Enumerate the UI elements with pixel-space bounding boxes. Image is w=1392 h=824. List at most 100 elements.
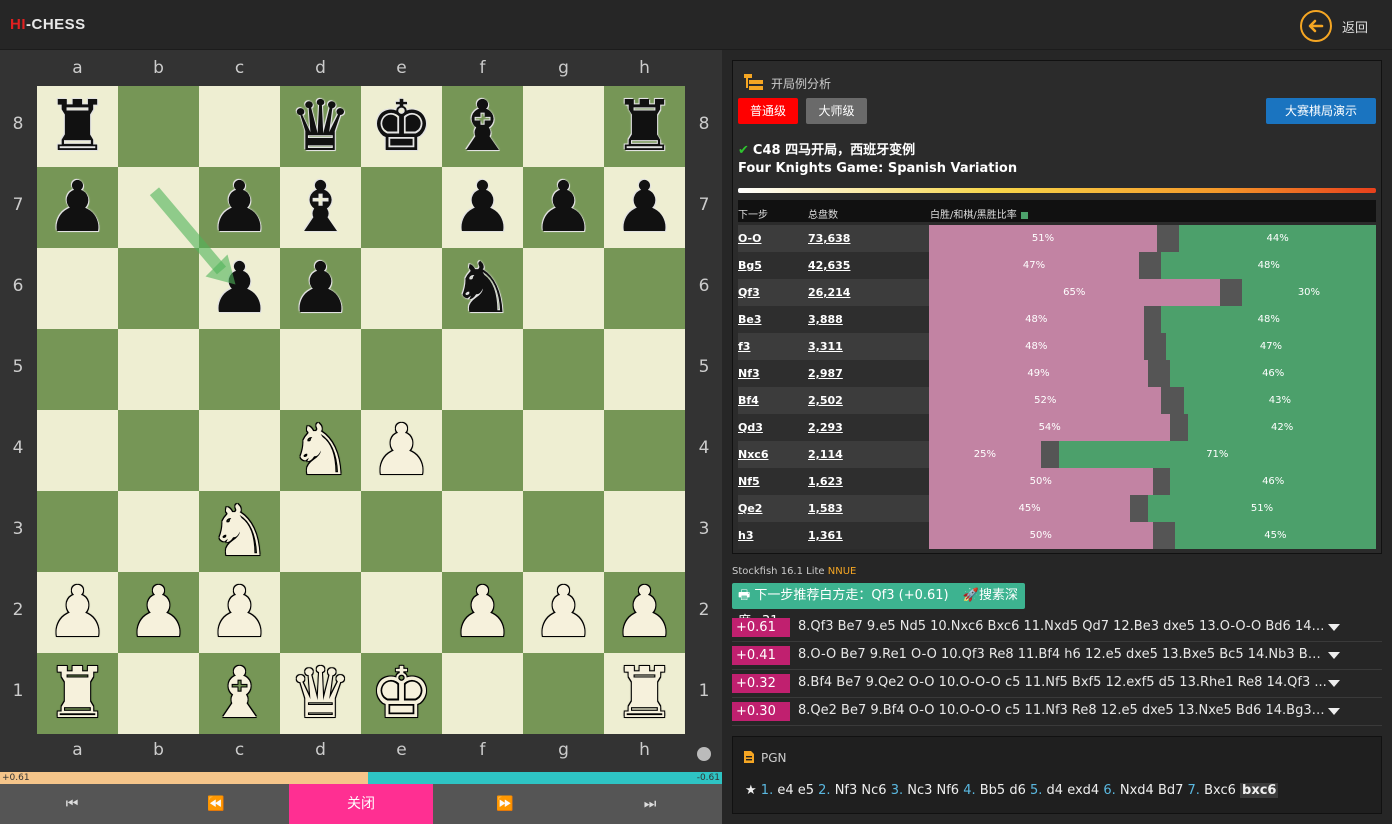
white-bishop-c1[interactable]: ♝ bbox=[199, 653, 280, 734]
black-pawn-a7[interactable]: ♟ bbox=[37, 167, 118, 248]
square-g1[interactable] bbox=[523, 653, 604, 734]
square-h5[interactable] bbox=[604, 329, 685, 410]
black-rook-a8[interactable]: ♜ bbox=[37, 86, 118, 167]
stats-row[interactable]: O-O 73,638 51% 44% bbox=[738, 225, 1376, 252]
white-pawn-h2[interactable]: ♟ bbox=[604, 572, 685, 653]
square-b1[interactable] bbox=[118, 653, 199, 734]
square-d3[interactable] bbox=[280, 491, 361, 572]
black-bishop-f8[interactable]: ♝ bbox=[442, 86, 523, 167]
chevron-down-icon[interactable] bbox=[1328, 624, 1340, 631]
square-b6[interactable] bbox=[118, 248, 199, 329]
pgn-move[interactable]: Bb5 d6 bbox=[980, 783, 1030, 798]
square-g6[interactable] bbox=[523, 248, 604, 329]
tournament-demo-button[interactable]: 大赛棋局演示 bbox=[1266, 98, 1376, 124]
square-b4[interactable] bbox=[118, 410, 199, 491]
stats-row[interactable]: Nxc6 2,114 25% 71% bbox=[738, 441, 1376, 468]
back-label[interactable]: 返回 bbox=[1342, 17, 1368, 36]
square-b8[interactable] bbox=[118, 86, 199, 167]
white-king-e1[interactable]: ♚ bbox=[361, 653, 442, 734]
square-c5[interactable] bbox=[199, 329, 280, 410]
square-b3[interactable] bbox=[118, 491, 199, 572]
stats-row[interactable]: Qf3 26,214 65% 30% bbox=[738, 279, 1376, 306]
square-h3[interactable] bbox=[604, 491, 685, 572]
stats-row[interactable]: Bf4 2,502 52% 43% bbox=[738, 387, 1376, 414]
square-a4[interactable] bbox=[37, 410, 118, 491]
black-pawn-c6[interactable]: ♟ bbox=[199, 248, 280, 329]
close-button[interactable]: 关闭 bbox=[289, 784, 433, 824]
square-c4[interactable] bbox=[199, 410, 280, 491]
current-move[interactable]: bxc6 bbox=[1240, 783, 1279, 798]
square-f5[interactable] bbox=[442, 329, 523, 410]
square-h6[interactable] bbox=[604, 248, 685, 329]
black-pawn-h7[interactable]: ♟ bbox=[604, 167, 685, 248]
stats-row[interactable]: f3 3,311 48% 47% bbox=[738, 333, 1376, 360]
square-c8[interactable] bbox=[199, 86, 280, 167]
move-link[interactable]: Nf5 bbox=[738, 475, 760, 488]
square-e7[interactable] bbox=[361, 167, 442, 248]
white-pawn-f2[interactable]: ♟ bbox=[442, 572, 523, 653]
black-pawn-c7[interactable]: ♟ bbox=[199, 167, 280, 248]
black-bishop-d7[interactable]: ♝ bbox=[280, 167, 361, 248]
square-d5[interactable] bbox=[280, 329, 361, 410]
square-h4[interactable] bbox=[604, 410, 685, 491]
square-b5[interactable] bbox=[118, 329, 199, 410]
white-pawn-e4[interactable]: ♟ bbox=[361, 410, 442, 491]
pgn-move[interactable]: d4 exd4 bbox=[1047, 783, 1104, 798]
engine-line[interactable]: +0.32 8.Bf4 Be7 9.Qe2 O-O 10.O-O-O c5 11.… bbox=[732, 670, 1382, 698]
pgn-move[interactable]: Nxd4 Bd7 bbox=[1120, 783, 1188, 798]
chevron-down-icon[interactable] bbox=[1328, 708, 1340, 715]
stats-row[interactable]: Be3 3,888 48% 48% bbox=[738, 306, 1376, 333]
move-link[interactable]: Bg5 bbox=[738, 259, 762, 272]
last-move-button[interactable]: ⏭ bbox=[578, 784, 722, 824]
logo[interactable]: HI-CHESS bbox=[10, 16, 86, 33]
chevron-down-icon[interactable] bbox=[1328, 680, 1340, 687]
white-rook-a1[interactable]: ♜ bbox=[37, 653, 118, 734]
square-e6[interactable] bbox=[361, 248, 442, 329]
black-pawn-g7[interactable]: ♟ bbox=[523, 167, 604, 248]
square-g4[interactable] bbox=[523, 410, 604, 491]
first-move-button[interactable]: ⏮ bbox=[0, 784, 144, 824]
move-link[interactable]: Qe2 bbox=[738, 502, 762, 515]
black-pawn-f7[interactable]: ♟ bbox=[442, 167, 523, 248]
white-knight-c3[interactable]: ♞ bbox=[199, 491, 280, 572]
pgn-move[interactable]: Nf3 Nc6 bbox=[835, 783, 891, 798]
black-rook-h8[interactable]: ♜ bbox=[604, 86, 685, 167]
square-g3[interactable] bbox=[523, 491, 604, 572]
square-b7[interactable] bbox=[118, 167, 199, 248]
engine-line[interactable]: +0.41 8.O-O Be7 9.Re1 O-O 10.Qf3 Re8 11.B… bbox=[732, 642, 1382, 670]
move-link[interactable]: Bf4 bbox=[738, 394, 759, 407]
stats-row[interactable]: h3 1,361 50% 45% bbox=[738, 522, 1376, 549]
engine-line[interactable]: +0.61 8.Qf3 Be7 9.e5 Nd5 10.Nxc6 Bxc6 11.… bbox=[732, 614, 1382, 642]
master-level-button[interactable]: 大师级 bbox=[806, 98, 867, 124]
square-f1[interactable] bbox=[442, 653, 523, 734]
white-pawn-g2[interactable]: ♟ bbox=[523, 572, 604, 653]
black-queen-d8[interactable]: ♛ bbox=[280, 86, 361, 167]
white-pawn-c2[interactable]: ♟ bbox=[199, 572, 280, 653]
square-a5[interactable] bbox=[37, 329, 118, 410]
square-e5[interactable] bbox=[361, 329, 442, 410]
pgn-move[interactable]: e4 e5 bbox=[777, 783, 818, 798]
white-queen-d1[interactable]: ♛ bbox=[280, 653, 361, 734]
move-link[interactable]: h3 bbox=[738, 529, 754, 542]
pgn-move[interactable]: Bxc6 bbox=[1204, 783, 1240, 798]
stats-row[interactable]: Bg5 42,635 47% 48% bbox=[738, 252, 1376, 279]
stats-row[interactable]: Qe2 1,583 45% 51% bbox=[738, 495, 1376, 522]
back-button[interactable] bbox=[1300, 10, 1332, 42]
normal-level-button[interactable]: 普通级 bbox=[738, 98, 798, 124]
white-rook-h1[interactable]: ♜ bbox=[604, 653, 685, 734]
white-knight-d4[interactable]: ♞ bbox=[280, 410, 361, 491]
square-a6[interactable] bbox=[37, 248, 118, 329]
black-king-e8[interactable]: ♚ bbox=[361, 86, 442, 167]
stats-row[interactable]: Nf3 2,987 49% 46% bbox=[738, 360, 1376, 387]
stats-row[interactable]: Qd3 2,293 54% 42% bbox=[738, 414, 1376, 441]
square-d2[interactable] bbox=[280, 572, 361, 653]
black-pawn-d6[interactable]: ♟ bbox=[280, 248, 361, 329]
pgn-move[interactable]: Nc3 Nf6 bbox=[907, 783, 963, 798]
black-knight-f6[interactable]: ♞ bbox=[442, 248, 523, 329]
move-link[interactable]: O-O bbox=[738, 232, 761, 245]
square-g5[interactable] bbox=[523, 329, 604, 410]
chess-board[interactable]: ♜ ♛ ♚ ♝ ♜ ♟ ♟ ♝ ♟ ♟ ♟ ♟ ♟ ♞ ♞ ♟ ♞ ♟ ♟ ♟ ♟ ♟ ♟ ♜ ♝ ♛ ♚ ♜ bbox=[37, 86, 686, 736]
square-g8[interactable] bbox=[523, 86, 604, 167]
prev-move-button[interactable]: ⏪ bbox=[144, 784, 288, 824]
stats-row[interactable]: Nf5 1,623 50% 46% bbox=[738, 468, 1376, 495]
